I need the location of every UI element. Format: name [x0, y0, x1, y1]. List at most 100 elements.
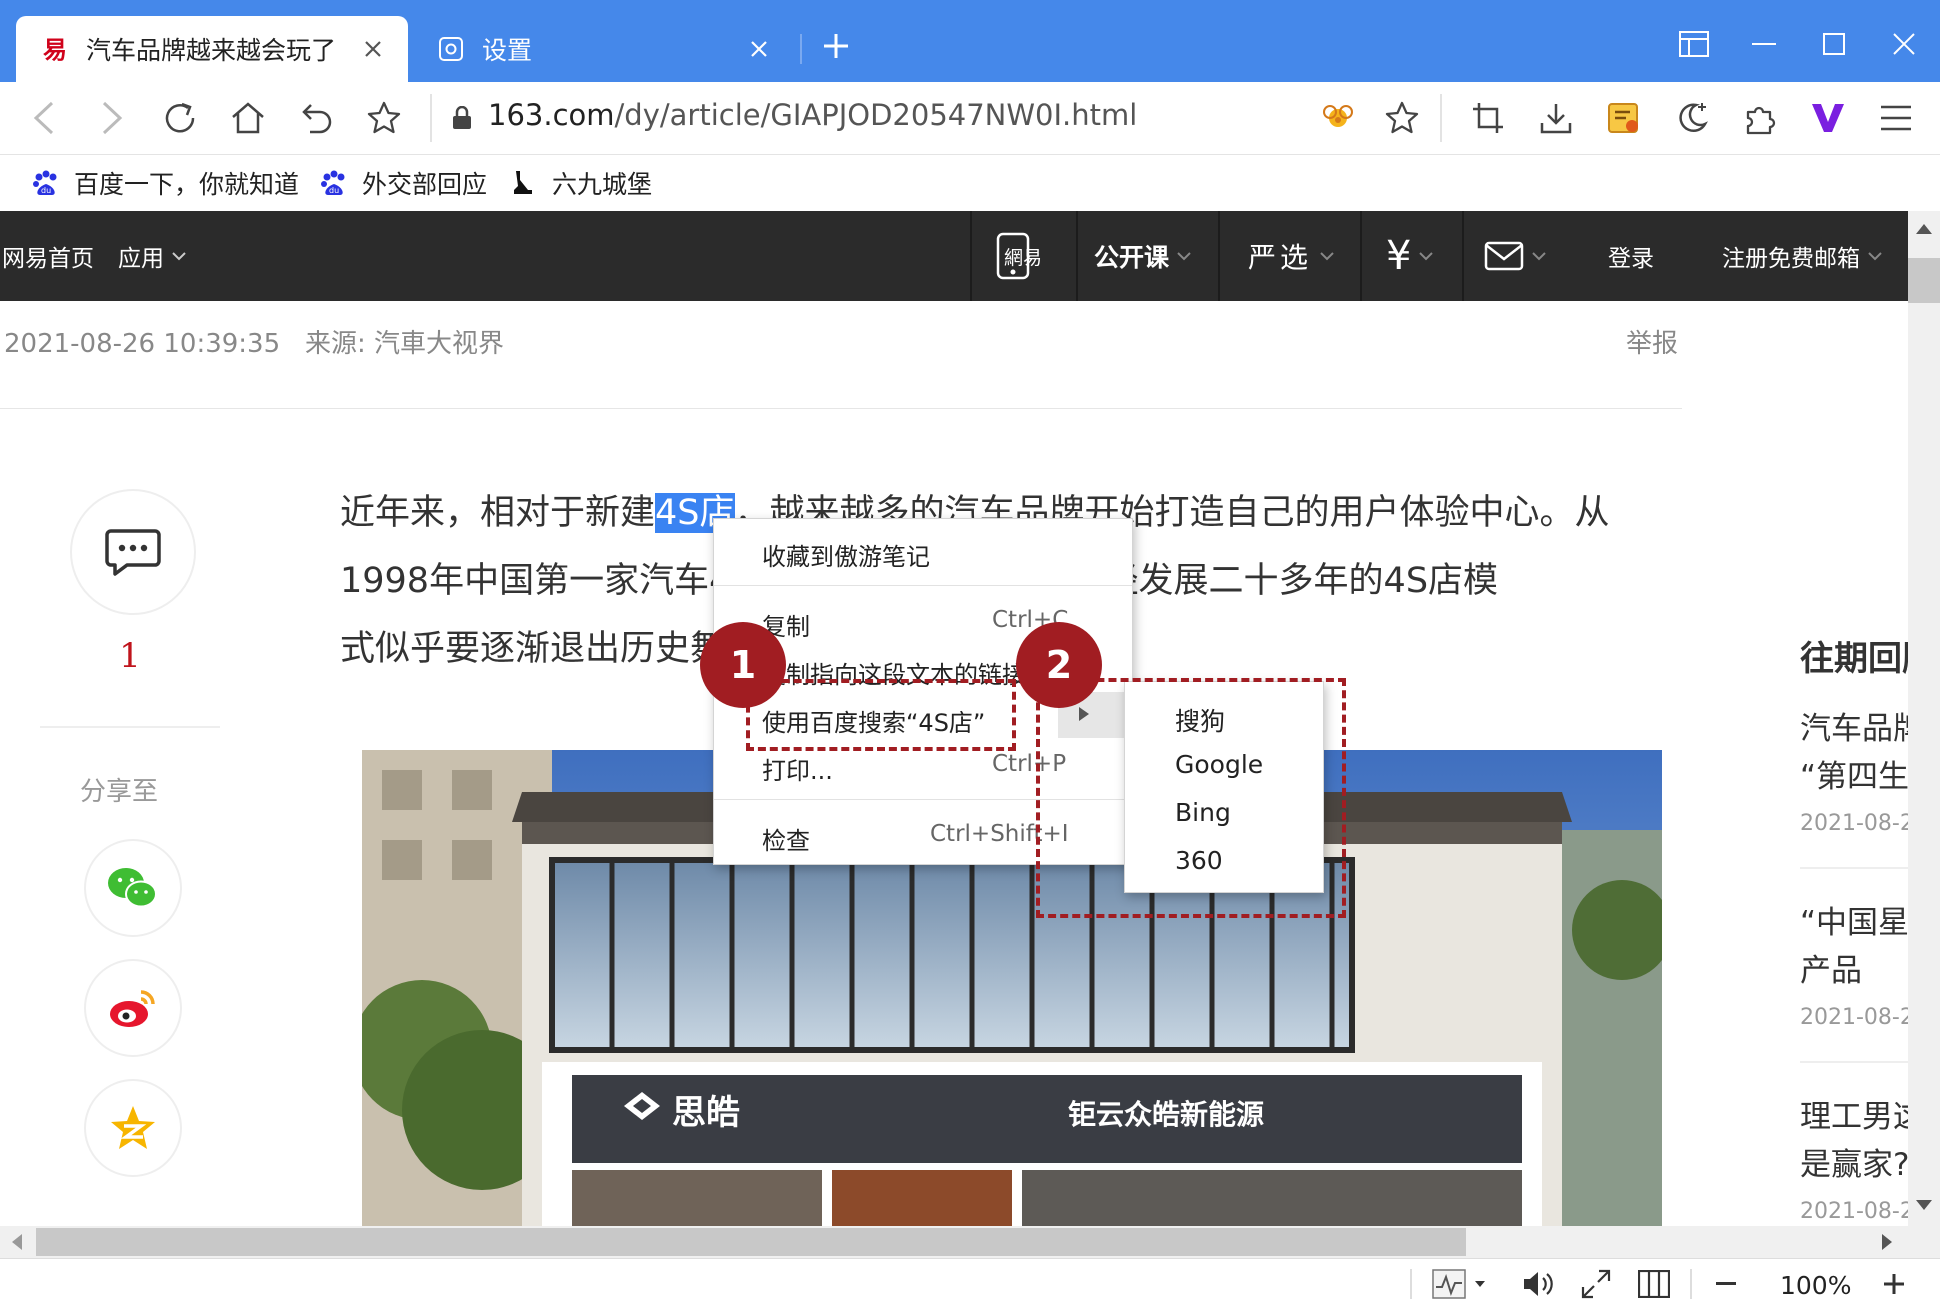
- nav-register[interactable]: 注册免费邮箱: [1722, 211, 1882, 301]
- past-article-date: 2021-08-2: [1800, 1199, 1908, 1224]
- pulse-icon: [1432, 1269, 1466, 1299]
- share-qzone-button[interactable]: [84, 1079, 182, 1177]
- comment-button[interactable]: [70, 489, 196, 615]
- divider: [1690, 1269, 1692, 1299]
- tab-article[interactable]: 易 汽车品牌越来越会玩了: [16, 16, 408, 82]
- notes-extension-icon[interactable]: [1600, 94, 1648, 142]
- horizontal-scroll-thumb[interactable]: [36, 1228, 1466, 1256]
- tab-title: 汽车品牌越来越会玩了: [86, 36, 337, 65]
- baidu-paw-icon: du: [318, 167, 350, 199]
- zoom-in-button[interactable]: [1874, 1267, 1914, 1301]
- tab-title: 设置: [482, 36, 533, 65]
- scroll-left-arrow-icon[interactable]: [10, 1232, 24, 1252]
- lock-icon[interactable]: [452, 106, 472, 130]
- url-path: /dy/article/GIAPJOD20547NW0I.html: [614, 98, 1138, 132]
- window-close-icon[interactable]: [1876, 20, 1932, 68]
- zoom-out-button[interactable]: [1706, 1267, 1746, 1301]
- menu-item-inspect[interactable]: 检查: [762, 821, 810, 856]
- tab-settings[interactable]: 设置: [412, 16, 794, 82]
- menu-item-save-note[interactable]: 收藏到傲游笔记: [762, 537, 930, 572]
- nav-yanxuan[interactable]: 严选: [1248, 211, 1334, 301]
- past-article-title-line[interactable]: 产品: [1800, 945, 1862, 990]
- zoom-level: 100%: [1780, 1271, 1852, 1300]
- nav-apps-dropdown[interactable]: 应用: [118, 211, 186, 301]
- past-article-date: 2021-08-2: [1800, 1005, 1908, 1030]
- status-bar: 100%: [0, 1258, 1940, 1309]
- scroll-up-arrow-icon[interactable]: [1914, 222, 1934, 236]
- nav-register-label: 注册免费邮箱: [1722, 246, 1860, 272]
- settings-icon: [436, 34, 466, 64]
- extension-bee-icon[interactable]: [1314, 94, 1362, 142]
- sidebar-toggle-icon[interactable]: [1666, 20, 1722, 68]
- address-toolbar: 163.com/dy/article/GIAPJOD20547NW0I.html: [0, 82, 1940, 155]
- undo-close-icon[interactable]: [292, 94, 340, 142]
- past-article-title-line[interactable]: 是赢家?: [1800, 1139, 1908, 1184]
- maxthon-v-icon[interactable]: [1804, 94, 1852, 142]
- download-icon[interactable]: [1532, 94, 1580, 142]
- nav-divider: [1076, 211, 1078, 301]
- favorites-icon[interactable]: [1378, 94, 1426, 142]
- url-input[interactable]: 163.com/dy/article/GIAPJOD20547NW0I.html: [488, 98, 1137, 132]
- network-monitor-button[interactable]: [1424, 1267, 1494, 1301]
- scroll-down-arrow-icon[interactable]: [1914, 1198, 1934, 1212]
- scroll-right-arrow-icon[interactable]: [1880, 1232, 1894, 1252]
- past-article-title-line[interactable]: 汽车品牌: [1800, 703, 1908, 748]
- nav-login[interactable]: 登录: [1608, 211, 1654, 301]
- nav-open-course-label: 公开课: [1094, 243, 1170, 272]
- divider: [1800, 867, 1908, 869]
- divider: [1800, 1061, 1908, 1063]
- bookmark-item[interactable]: du 百度一下，你就知道: [30, 165, 299, 201]
- photo-brand-sign: 思皓: [672, 1093, 740, 1133]
- extensions-puzzle-icon[interactable]: [1736, 94, 1784, 142]
- maximize-icon[interactable]: [1806, 20, 1862, 68]
- baidu-paw-icon: du: [30, 167, 62, 199]
- svg-text:易: 易: [43, 36, 67, 63]
- yen-icon: ¥: [1386, 233, 1412, 279]
- night-mode-icon[interactable]: [1668, 94, 1716, 142]
- screenshot-crop-icon[interactable]: [1464, 94, 1512, 142]
- past-articles-sidebar: 往期回顾 汽车品牌 “第四生 2021-08-2 “中国星 产品 2021-08…: [1800, 631, 1908, 1226]
- nav-open-course[interactable]: 公开课: [1094, 211, 1191, 301]
- share-weibo-button[interactable]: [84, 959, 182, 1057]
- past-article-date: 2021-08-2: [1800, 811, 1908, 836]
- vertical-scroll-thumb[interactable]: [1908, 258, 1940, 303]
- nav-home-link[interactable]: 网易首页: [2, 211, 94, 301]
- nav-apps-label: 应用: [118, 246, 164, 272]
- minimize-icon[interactable]: [1736, 20, 1792, 68]
- past-article-title-line[interactable]: “中国星: [1800, 897, 1908, 942]
- comment-bubble-icon: [105, 527, 161, 577]
- past-article-title-line[interactable]: 理工男这: [1800, 1091, 1908, 1136]
- chevron-down-icon: [1474, 1280, 1486, 1288]
- nav-divider: [1360, 211, 1362, 301]
- split-view-icon[interactable]: [1632, 1267, 1676, 1301]
- report-link[interactable]: 举报: [1626, 323, 1678, 360]
- chevron-down-icon: [1868, 251, 1882, 261]
- nav-mail[interactable]: [1484, 211, 1546, 301]
- vertical-scrollbar[interactable]: [1908, 211, 1940, 1226]
- bookmark-item[interactable]: 六九城堡: [508, 165, 652, 201]
- menu-icon[interactable]: [1872, 94, 1920, 142]
- forward-icon[interactable]: [88, 94, 136, 142]
- nav-mobile-app[interactable]: 網易: [996, 211, 1042, 301]
- new-tab-button[interactable]: [808, 22, 864, 70]
- callout-badge-1: 1: [700, 622, 786, 708]
- share-wechat-button[interactable]: [84, 839, 182, 937]
- close-icon[interactable]: [358, 34, 388, 64]
- volume-icon[interactable]: [1516, 1267, 1560, 1301]
- weibo-icon: [107, 986, 159, 1030]
- qzone-star-icon: [108, 1104, 158, 1152]
- bookmark-item[interactable]: du 外交部回应: [318, 165, 487, 201]
- share-label: 分享至: [80, 777, 159, 807]
- close-icon[interactable]: [744, 34, 774, 64]
- nav-payment[interactable]: ¥: [1386, 211, 1434, 301]
- divider: [1410, 1269, 1412, 1299]
- home-icon[interactable]: [224, 94, 272, 142]
- fullscreen-icon[interactable]: [1574, 1267, 1618, 1301]
- menu-item-print[interactable]: 打印...: [762, 751, 833, 786]
- site-nav: 网易首页 应用 網易 公开课 严选 ¥ 登录 注册免费邮箱: [0, 211, 1908, 301]
- bookmark-star-icon[interactable]: [360, 94, 408, 142]
- past-article-title-line[interactable]: “第四生: [1800, 751, 1908, 796]
- chevron-down-icon: [1177, 251, 1191, 261]
- reload-icon[interactable]: [156, 94, 204, 142]
- back-icon[interactable]: [20, 94, 68, 142]
